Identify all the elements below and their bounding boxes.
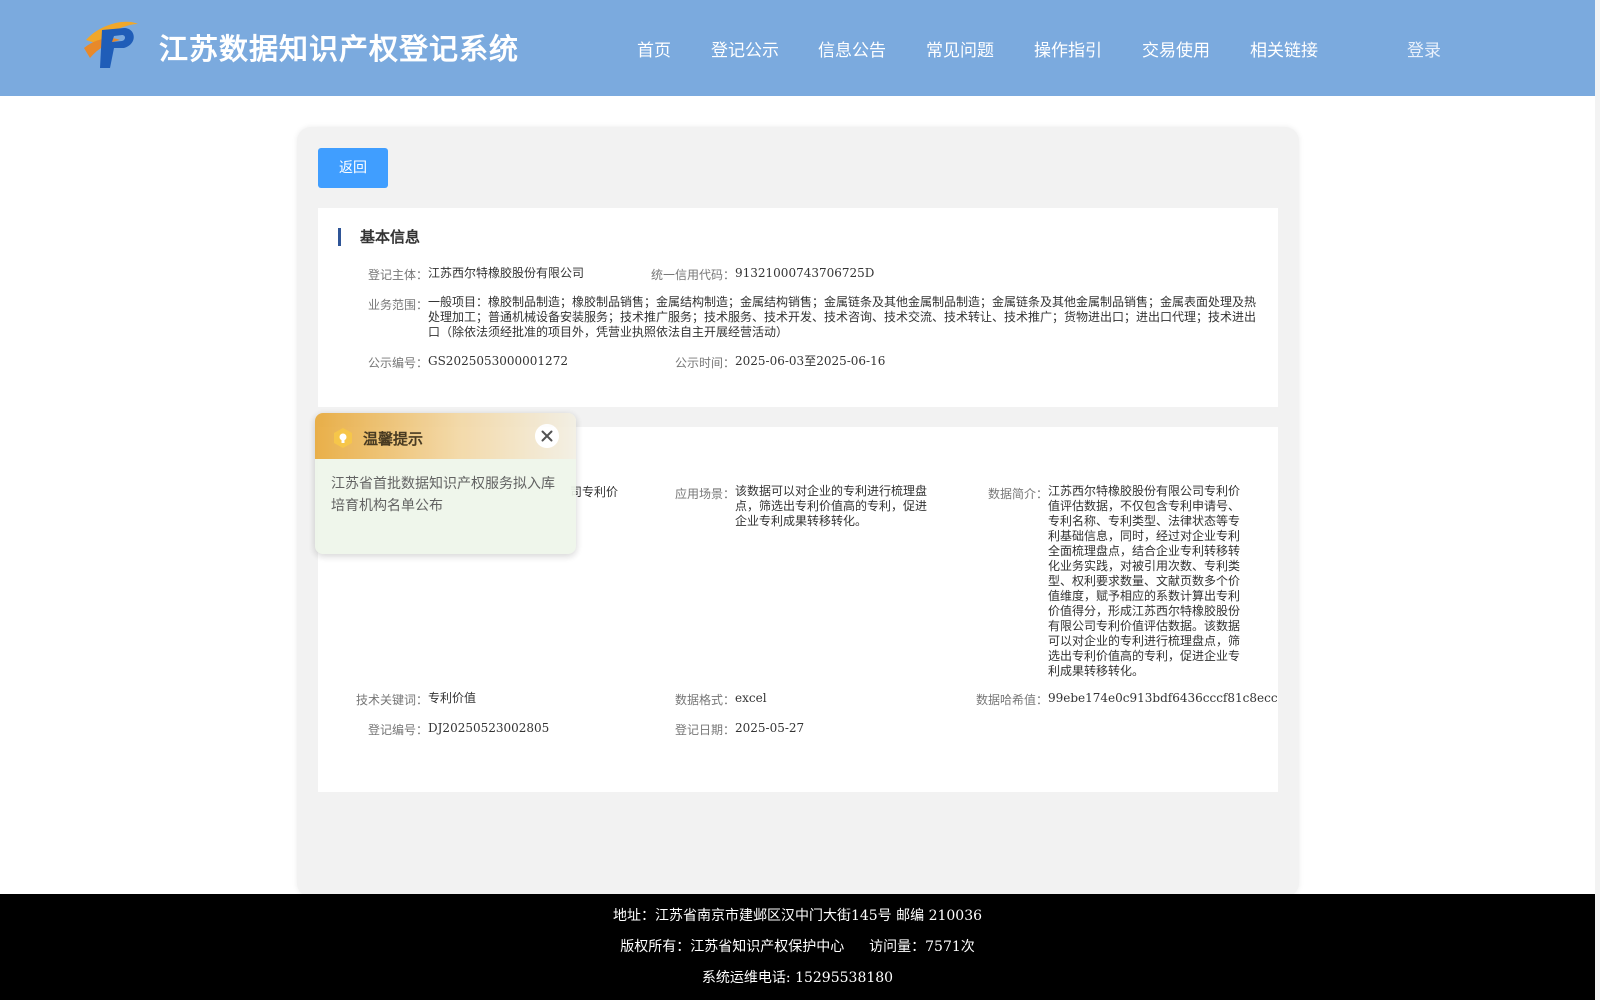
nav-operation-guide[interactable]: 操作指引 [1034, 36, 1102, 61]
notice-number-label: 公示编号： [367, 356, 428, 370]
data-name-value: 司专利价 [570, 485, 619, 499]
notice-number-value: GS2025053000001272 [428, 354, 568, 368]
close-icon[interactable] [535, 424, 559, 448]
intro-value: 江苏西尔特橡胶股份有限公司专利价值评估数据，不仅包含专利申请号、专利名称、专利类… [1048, 484, 1241, 678]
back-button[interactable]: 返回 [318, 148, 388, 188]
hash-label: 数据哈希值： [975, 693, 1048, 707]
intro-label: 数据简介： [987, 487, 1048, 501]
notice-time-value: 2025-06-03至2025-06-16 [735, 354, 886, 368]
site-title: 江苏数据知识产权登记系统 [159, 32, 520, 66]
nav-home[interactable]: 首页 [637, 36, 671, 61]
credit-code-label: 统一信用代码： [650, 268, 735, 282]
reg-number-value: DJ20250523002805 [428, 721, 550, 735]
footer-address: 地址：江苏省南京市建邺区汉中门大街145号 邮编 210036 [612, 908, 983, 924]
scene-label: 应用场景： [674, 487, 735, 501]
page-footer: 地址：江苏省南京市建邺区汉中门大街145号 邮编 210036 版权所有：江苏省… [0, 894, 1595, 1000]
keyword-label: 技术关键词： [355, 693, 428, 707]
notice-time-label: 公示时间： [674, 356, 735, 370]
reg-date-label: 登记日期： [674, 723, 735, 737]
footer-copyright: 版权所有：江苏省知识产权保护中心 [620, 939, 845, 955]
popup-header: 温馨提示 [315, 413, 576, 459]
format-value: excel [735, 691, 767, 705]
popup-message-link[interactable]: 江苏省首批数据知识产权服务拟入库培育机构名单公布 [331, 473, 563, 517]
top-header: 江苏数据知识产权登记系统 首页 登记公示 信息公告 常见问题 操作指引 交易使用… [0, 0, 1595, 96]
format-label: 数据格式： [674, 693, 735, 707]
popup-title: 温馨提示 [363, 430, 424, 448]
site-logo-icon[interactable] [80, 18, 140, 72]
nav-faq[interactable]: 常见问题 [926, 36, 994, 61]
footer-visit-count: 访问量：7571次 [869, 939, 975, 955]
subject-label: 登记主体： [367, 268, 428, 282]
section-title-basic-info: 基本信息 [338, 226, 420, 247]
nav-related-links[interactable]: 相关链接 [1250, 36, 1318, 61]
hash-value: 99ebe174e0c913bdf6436cccf81c8ecc [1048, 691, 1278, 705]
scene-value: 该数据可以对企业的专利进行梳理盘点，筛选出专利价值高的专利，促进企业专利成果转移… [735, 484, 928, 528]
login-link[interactable]: 登录 [1407, 36, 1441, 61]
nav-trading-use[interactable]: 交易使用 [1142, 36, 1210, 61]
footer-phone: 系统运维电话: 15295538180 [701, 970, 894, 986]
credit-code-value: 91321000743706725D [735, 266, 875, 280]
nav-info-announcement[interactable]: 信息公告 [818, 36, 886, 61]
keyword-value: 专利价值 [428, 691, 477, 705]
scope-value: 一般项目：橡胶制品制造；橡胶制品销售；金属结构制造；金属结构销售；金属链条及其他… [428, 295, 1257, 339]
nav-registration-notice[interactable]: 登记公示 [711, 36, 779, 61]
reg-date-value: 2025-05-27 [735, 721, 805, 735]
footer-copyright-line: 版权所有：江苏省知识产权保护中心 访问量：7571次 [0, 936, 1595, 956]
scrollbar[interactable] [1595, 0, 1600, 1000]
lightbulb-icon [334, 428, 352, 448]
scope-label: 业务范围： [367, 298, 428, 312]
subject-value: 江苏西尔特橡胶股份有限公司 [428, 266, 585, 280]
reg-number-label: 登记编号： [367, 723, 428, 737]
notice-popup: 温馨提示 江苏省首批数据知识产权服务拟入库培育机构名单公布 [315, 413, 576, 554]
basic-info-panel: 基本信息 登记主体： 江苏西尔特橡胶股份有限公司 统一信用代码： 9132100… [318, 208, 1278, 407]
